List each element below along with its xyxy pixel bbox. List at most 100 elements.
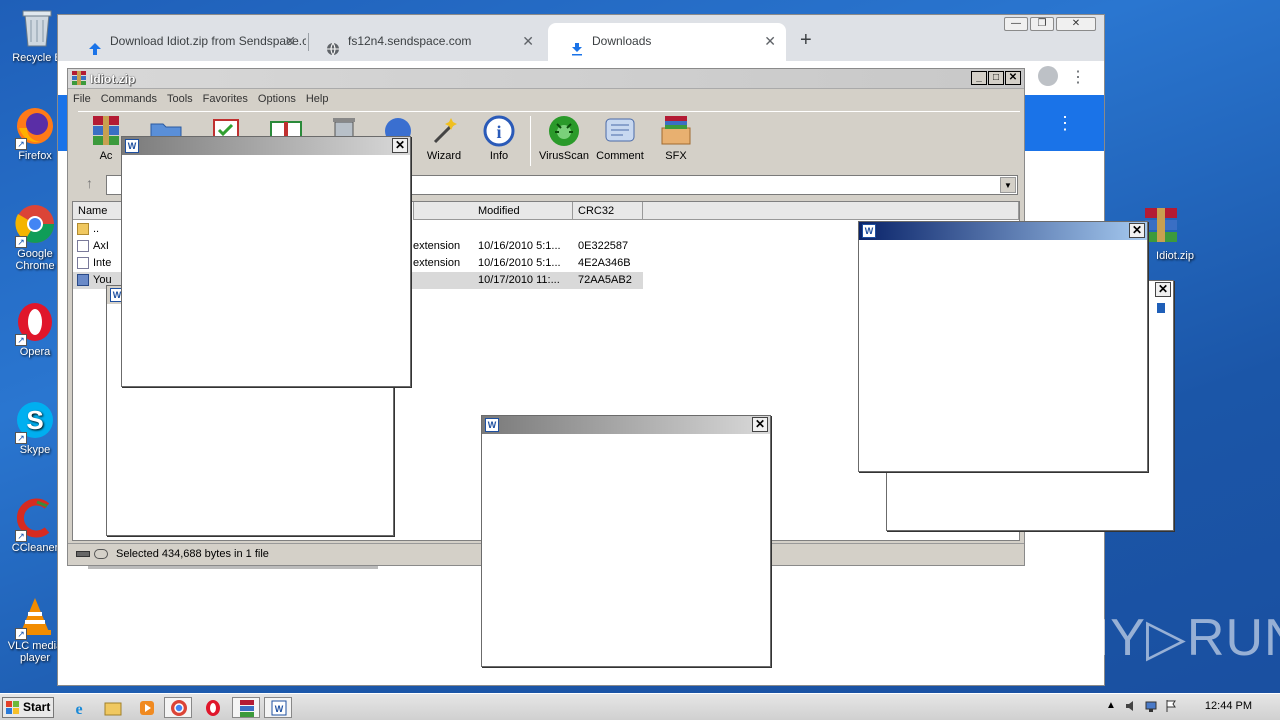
opera-icon: ↗: [13, 300, 57, 346]
comment-icon: [603, 114, 637, 148]
taskbar-winrar-icon[interactable]: [232, 697, 260, 718]
status-text: Selected 434,688 bytes in 1 file: [116, 548, 269, 560]
file-crc: 4E2A346B: [578, 257, 631, 269]
toolbar-virusscan-button[interactable]: VirusScan: [536, 114, 592, 162]
column-modified[interactable]: Modified: [473, 202, 573, 220]
firefox-icon: ↗: [13, 104, 57, 150]
taskbar-ie-icon[interactable]: e: [64, 697, 92, 718]
minimize-button[interactable]: —: [1004, 17, 1028, 31]
system-tray: ▲ 12:44 PM: [1100, 694, 1280, 720]
idiot-popup-window[interactable]: W ✕: [481, 415, 771, 667]
action-center-flag-icon[interactable]: [1164, 699, 1178, 713]
window-shadow-edge: [88, 566, 378, 569]
close-button[interactable]: ✕: [1005, 71, 1021, 85]
idiot-popup-window[interactable]: W ✕: [858, 221, 1148, 472]
popup-app-icon: W: [485, 418, 499, 432]
svg-text:W: W: [275, 704, 284, 714]
vlc-icon: ↗: [13, 594, 57, 640]
minimize-button[interactable]: _: [971, 71, 987, 85]
tab-downloads[interactable]: Downloads ✕: [548, 23, 786, 61]
maximize-button[interactable]: ❐: [1030, 17, 1054, 31]
taskbar-media-player-icon[interactable]: [132, 697, 160, 718]
network-icon[interactable]: [1144, 699, 1158, 713]
taskbar-idiot-app-icon[interactable]: W: [264, 697, 292, 718]
exe-icon: [77, 274, 89, 286]
up-folder-button[interactable]: ↑: [86, 175, 93, 191]
drive-icon: [76, 551, 90, 557]
key-icon: [94, 549, 108, 559]
file-name: ..: [93, 223, 100, 235]
close-button[interactable]: ✕: [752, 417, 768, 432]
menu-file[interactable]: File: [68, 89, 96, 109]
close-button[interactable]: ✕: [1056, 17, 1096, 31]
menu-favorites[interactable]: Favorites: [198, 89, 253, 109]
taskbar-opera-icon[interactable]: [198, 697, 226, 718]
tab-sendspace[interactable]: fs12n4.sendspace.com ✕: [304, 23, 544, 61]
window-controls: — ❐ ✕: [1002, 17, 1096, 31]
taskbar-explorer-icon[interactable]: [98, 697, 126, 718]
desktop-icon-label: Google Chrome: [15, 248, 55, 272]
idiot-popup-window[interactable]: W ✕: [121, 136, 411, 387]
menu-help[interactable]: Help: [301, 89, 334, 109]
new-tab-button[interactable]: +: [800, 29, 812, 52]
desktop-icon-label: Recycle B: [12, 52, 62, 64]
clock: 12:44 PM: [1204, 700, 1252, 712]
column-name[interactable]: Name: [73, 202, 123, 220]
sfx-icon: [659, 114, 693, 148]
folder-icon: [77, 223, 89, 235]
column-crc32[interactable]: CRC32: [573, 202, 643, 220]
tab-download-idiot[interactable]: Download Idiot.zip from Sendspace.c ✕: [66, 23, 306, 61]
toolbar-info-button[interactable]: i Info: [471, 114, 527, 162]
wizard-icon: [427, 114, 461, 148]
file-modified: 10/16/2010 5:1...: [478, 257, 561, 269]
maximize-button[interactable]: □: [988, 71, 1004, 85]
tab-close-button[interactable]: ✕: [764, 23, 776, 59]
file-name: Inte: [93, 257, 112, 269]
column-type[interactable]: [413, 202, 477, 220]
tray-expand-button[interactable]: ▲: [1106, 700, 1116, 711]
chrome-menu-button[interactable]: ⋮: [1070, 67, 1086, 87]
file-type: extension: [413, 240, 461, 252]
popup-titlebar: W ✕: [859, 222, 1147, 240]
menu-options[interactable]: Options: [253, 89, 301, 109]
downloads-more-button[interactable]: ⋮: [1056, 113, 1074, 134]
popup-titlebar: W ✕: [122, 137, 410, 155]
taskbar-chrome-icon[interactable]: [164, 697, 192, 718]
toolbar-sfx-button[interactable]: SFX: [648, 114, 704, 162]
popup-marker: [1157, 303, 1165, 313]
toolbar-comment-button[interactable]: Comment: [592, 114, 648, 162]
virusscan-icon: [547, 114, 581, 148]
file-name: AxI: [93, 240, 109, 252]
tab-close-button[interactable]: ✕: [522, 23, 534, 59]
ccleaner-icon: ↗: [13, 496, 57, 542]
close-button[interactable]: ✕: [1129, 223, 1145, 238]
svg-text:S: S: [26, 405, 43, 435]
svg-text:i: i: [496, 122, 501, 142]
desktop-icon-label: Skype: [19, 444, 51, 456]
download-icon: [570, 34, 584, 56]
desktop-icon-label: VLC media player: [7, 640, 63, 664]
windows-flag-icon: [6, 701, 20, 714]
path-dropdown-button[interactable]: ▼: [1000, 177, 1016, 193]
toolbar-label: SFX: [665, 150, 687, 162]
desktop-icon-label: Opera: [19, 346, 51, 358]
profile-avatar[interactable]: [1038, 66, 1058, 86]
menu-tools[interactable]: Tools: [162, 89, 198, 109]
popup-titlebar: W ✕: [482, 416, 770, 434]
taskbar: Start e W ▲ 12:44 PM: [0, 693, 1280, 720]
winrar-titlebar: Idiot.zip _ □ ✕: [68, 69, 1024, 89]
desktop-icon-label: CCleaner: [11, 542, 59, 554]
svg-text:e: e: [75, 701, 82, 718]
desktop-icon-label: Firefox: [18, 150, 52, 162]
menu-commands[interactable]: Commands: [96, 89, 162, 109]
desktop-icon-label: Idiot.zip: [1156, 250, 1194, 262]
file-crc: 0E322587: [578, 240, 629, 252]
start-button[interactable]: Start: [2, 697, 54, 718]
close-button[interactable]: ✕: [1155, 282, 1171, 297]
column-filler: [643, 202, 1019, 220]
toolbar-wizard-button[interactable]: Wizard: [416, 114, 472, 162]
winrar-icon: [72, 71, 86, 85]
close-button[interactable]: ✕: [392, 138, 408, 153]
tab-close-button[interactable]: ✕: [284, 23, 296, 59]
speaker-icon[interactable]: [1124, 699, 1138, 713]
